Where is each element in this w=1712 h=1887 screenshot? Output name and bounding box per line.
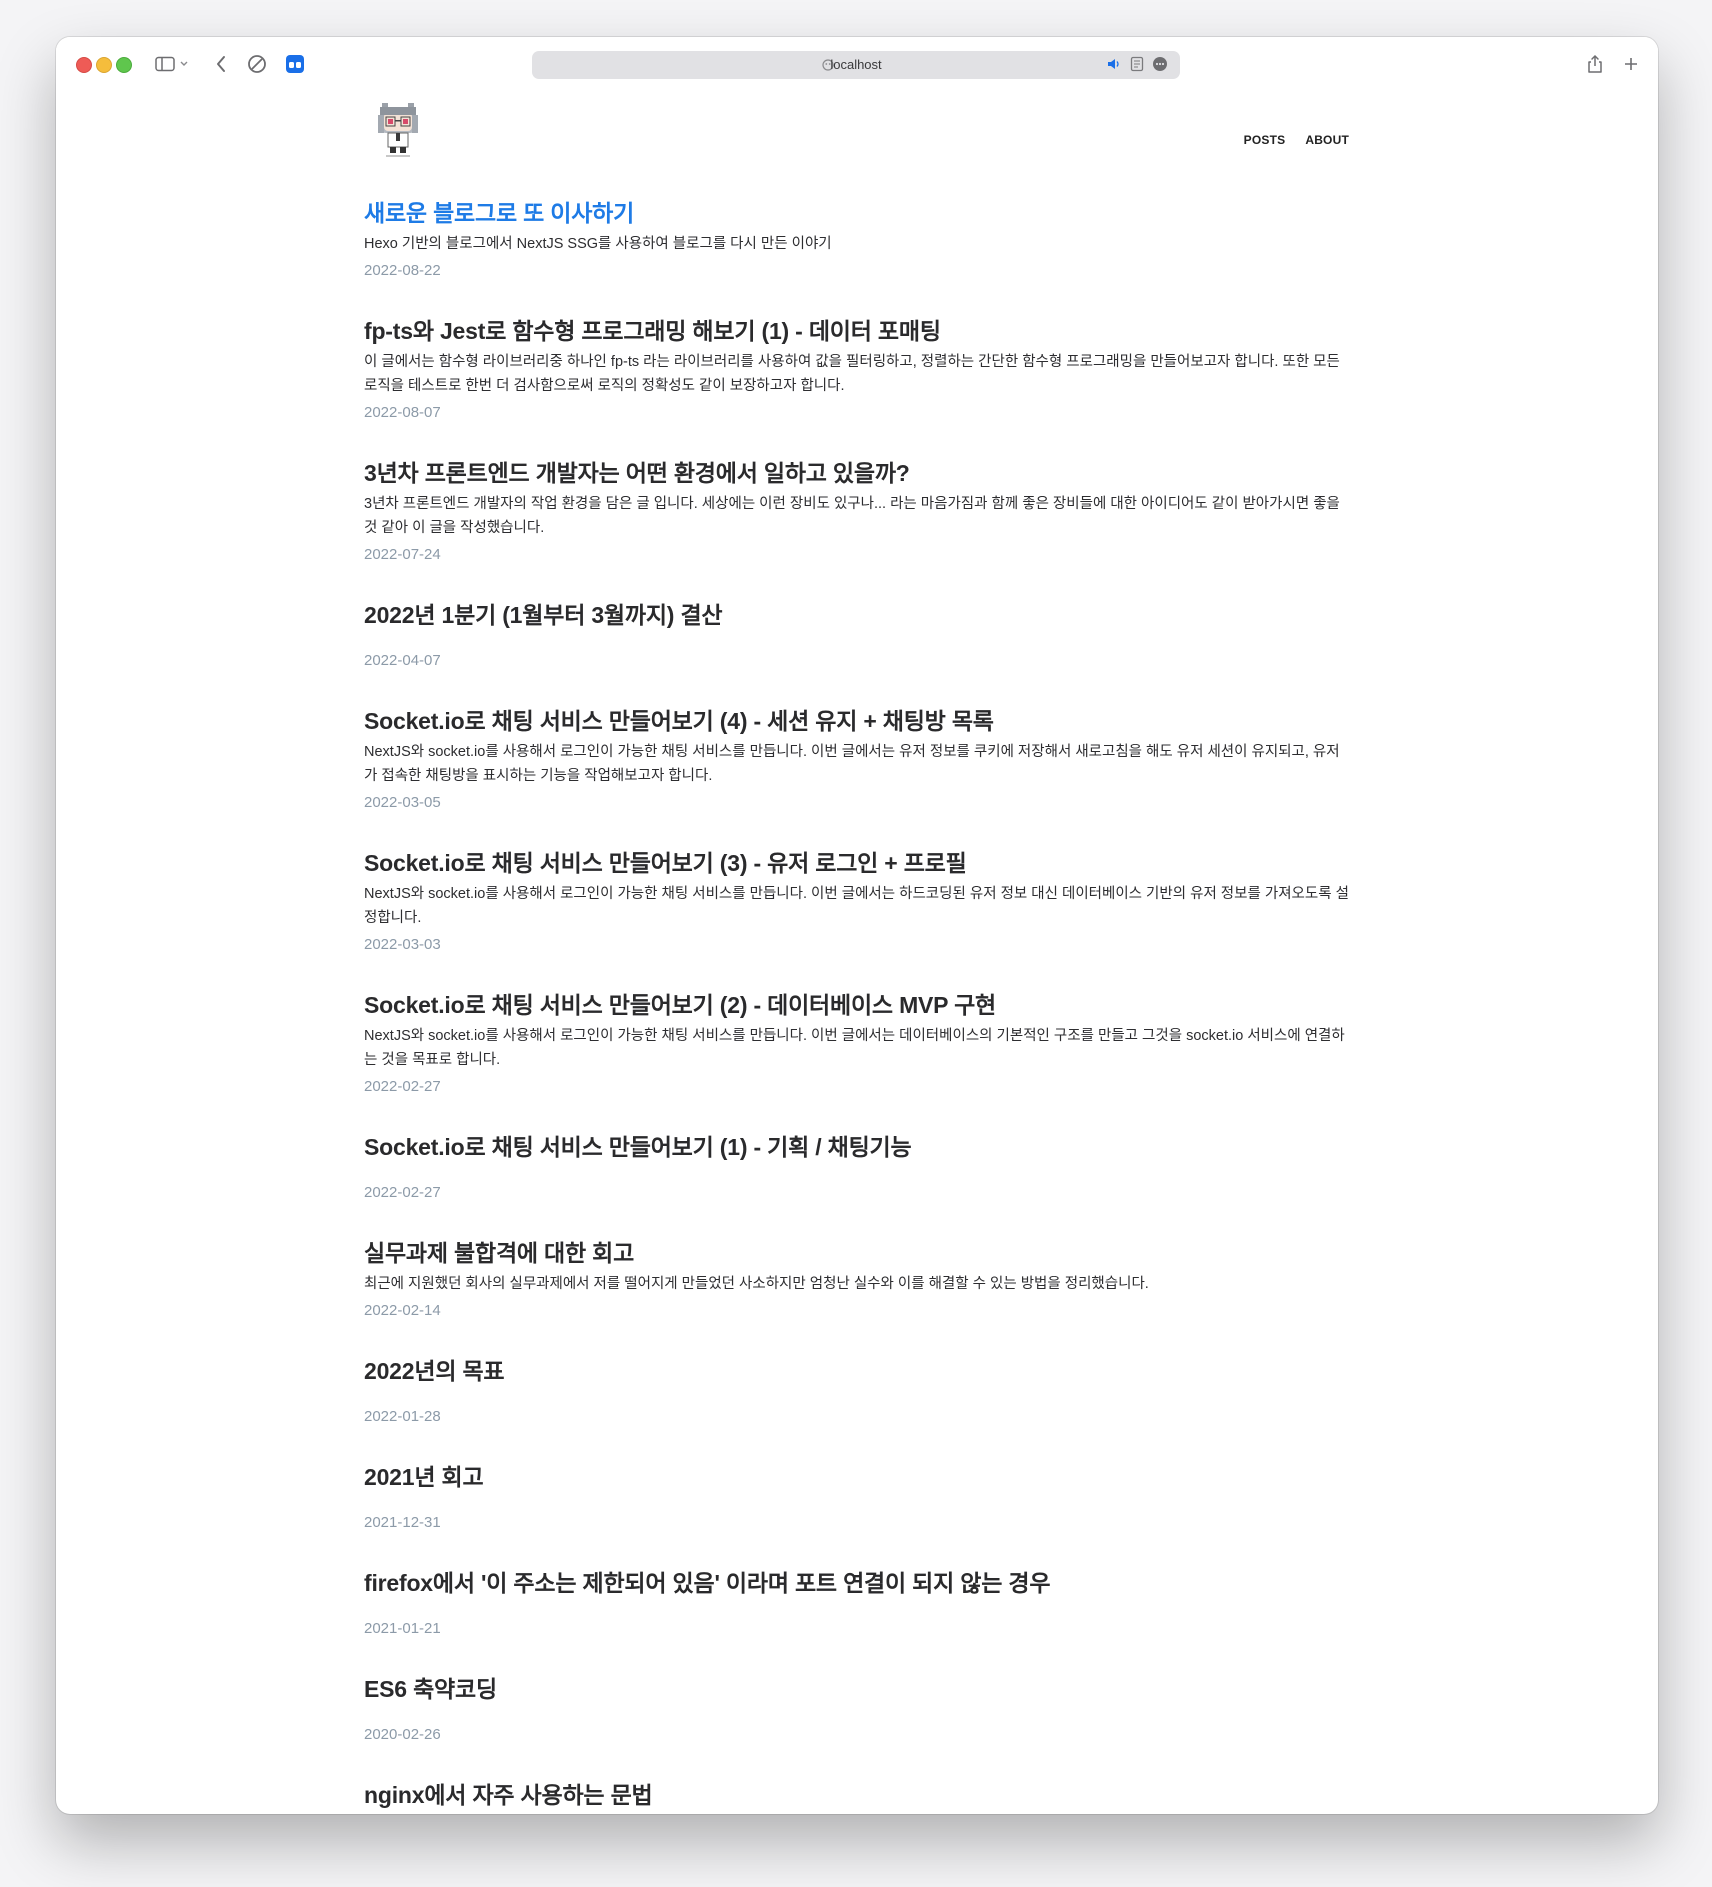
sidebar-toggle-button[interactable]	[152, 52, 192, 76]
extension-button[interactable]	[282, 52, 308, 76]
site-header: POSTS ABOUT	[364, 91, 1349, 196]
post-title-link[interactable]: 새로운 블로그로 또 이사하기	[364, 196, 1349, 230]
post-description: NextJS와 socket.io를 사용해서 로그인이 가능한 채팅 서비스를…	[364, 744, 1340, 784]
post-item: ES6 축약코딩 2020-02-26	[364, 1672, 1349, 1748]
post-title-link[interactable]: 2021년 회고	[364, 1460, 1349, 1494]
post-date: 2022-02-14	[364, 1302, 441, 1319]
post-date: 2022-03-05	[364, 794, 441, 811]
post-title-link[interactable]: Socket.io로 채팅 서비스 만들어보기 (3) - 유저 로그인 + 프…	[364, 846, 1349, 880]
post-description	[364, 1602, 1349, 1614]
post-date: 2022-01-28	[364, 1408, 441, 1425]
post-item: fp-ts와 Jest로 함수형 프로그래밍 해보기 (1) - 데이터 포매팅…	[364, 314, 1349, 426]
post-description	[364, 1496, 1349, 1508]
share-icon	[1588, 54, 1602, 73]
post-description	[364, 634, 1349, 646]
back-button[interactable]	[208, 52, 234, 76]
reader-button[interactable]	[1130, 56, 1144, 72]
post-title-link[interactable]: 실무과제 불합격에 대한 회고	[364, 1236, 1349, 1270]
post-date: 2021-01-21	[364, 1620, 441, 1637]
post-title-link[interactable]: firefox에서 '이 주소는 제한되어 있음' 이라며 포트 연결이 되지 …	[364, 1566, 1349, 1600]
post-description: NextJS와 socket.io를 사용해서 로그인이 가능한 채팅 서비스를…	[364, 886, 1349, 926]
minimize-window-button[interactable]	[96, 57, 112, 73]
post-description: NextJS와 socket.io를 사용해서 로그인이 가능한 채팅 서비스를…	[364, 1028, 1345, 1068]
post-item: 3년차 프론트엔드 개발자는 어떤 환경에서 일하고 있을까? 3년차 프론트엔드…	[364, 456, 1349, 568]
sidebar-icon	[155, 56, 188, 72]
post-item: Socket.io로 채팅 서비스 만들어보기 (4) - 세션 유지 + 채팅…	[364, 704, 1349, 816]
blog-page: POSTS ABOUT 새로운 블로그로 또 이사하기 Hexo 기반의 블로그에…	[364, 91, 1349, 1814]
ellipsis-circle-icon	[1153, 57, 1167, 71]
post-description: 최근에 지원했던 회사의 실무과제에서 저를 떨어지게 만들었던 사소하지만 엄…	[364, 1276, 1149, 1292]
zoom-window-button[interactable]	[116, 57, 132, 73]
block-content-button[interactable]	[244, 52, 270, 76]
nav-posts-link[interactable]: POSTS	[1244, 133, 1286, 147]
post-date: 2022-02-27	[364, 1078, 441, 1095]
post-list: 새로운 블로그로 또 이사하기 Hexo 기반의 블로그에서 NextJS SSG…	[364, 196, 1349, 1814]
post-date: 2022-02-27	[364, 1184, 441, 1201]
post-description	[364, 1708, 1349, 1720]
address-url: localhost	[830, 57, 882, 72]
post-item: 2022년 1분기 (1월부터 3월까지) 결산 2022-04-07	[364, 598, 1349, 674]
post-item: 2022년의 목표 2022-01-28	[364, 1354, 1349, 1430]
chevron-left-icon	[217, 56, 225, 72]
plus-icon	[1625, 58, 1637, 70]
post-description: Hexo 기반의 블로그에서 NextJS SSG를 사용하여 블로그를 다시 …	[364, 236, 832, 252]
post-title-link[interactable]: 2022년의 목표	[364, 1354, 1349, 1388]
post-description	[364, 1166, 1349, 1178]
speaker-icon	[1108, 59, 1119, 69]
post-item: 실무과제 불합격에 대한 회고최근에 지원했던 회사의 실무과제에서 저를 떨어…	[364, 1236, 1349, 1324]
post-item: firefox에서 '이 주소는 제한되어 있음' 이라며 포트 연결이 되지 …	[364, 1566, 1349, 1642]
post-title-link[interactable]: 2022년 1분기 (1월부터 3월까지) 결산	[364, 598, 1349, 632]
post-item: Socket.io로 채팅 서비스 만들어보기 (1) - 기획 / 채팅기능 2…	[364, 1130, 1349, 1206]
post-date: 2022-08-07	[364, 404, 441, 421]
blog-avatar-logo[interactable]	[372, 99, 424, 161]
post-date: 2022-08-22	[364, 262, 441, 279]
post-description: 3년차 프론트엔드 개발자의 작업 환경을 담은 글 입니다. 세상에는 이런 …	[364, 496, 1340, 536]
post-date: 2022-04-07	[364, 652, 441, 669]
post-date: 2022-03-03	[364, 936, 441, 953]
close-window-button[interactable]	[76, 57, 92, 73]
post-title-link[interactable]: nginx에서 자주 사용하는 문법	[364, 1778, 1349, 1812]
share-button[interactable]	[1582, 52, 1608, 76]
browser-window: localhost POSTS ABOUT 새로운 블로그로 또 이사하기 He…	[56, 37, 1658, 1814]
post-title-link[interactable]: Socket.io로 채팅 서비스 만들어보기 (2) - 데이터베이스 MVP…	[364, 988, 1349, 1022]
new-tab-button[interactable]	[1618, 52, 1644, 76]
main-nav: POSTS ABOUT	[1244, 133, 1349, 147]
extension-app-icon	[286, 55, 304, 73]
desktop-background: localhost POSTS ABOUT 새로운 블로그로 또 이사하기 He…	[0, 0, 1712, 1887]
prohibited-icon	[248, 55, 266, 73]
post-item: nginx에서 자주 사용하는 문법2020-02-26	[364, 1778, 1349, 1814]
post-title-link[interactable]: Socket.io로 채팅 서비스 만들어보기 (4) - 세션 유지 + 채팅…	[364, 704, 1349, 738]
post-item: Socket.io로 채팅 서비스 만들어보기 (2) - 데이터베이스 MVP…	[364, 988, 1349, 1100]
post-date: 2020-02-26	[364, 1726, 441, 1743]
browser-toolbar: localhost	[56, 37, 1658, 91]
address-bar[interactable]: localhost	[532, 51, 1180, 79]
post-title-link[interactable]: Socket.io로 채팅 서비스 만들어보기 (1) - 기획 / 채팅기능	[364, 1130, 1349, 1164]
post-title-link[interactable]: 3년차 프론트엔드 개발자는 어떤 환경에서 일하고 있을까?	[364, 456, 1349, 490]
post-date: 2022-07-24	[364, 546, 441, 563]
audio-indicator[interactable]	[1106, 56, 1122, 72]
post-title-link[interactable]: ES6 축약코딩	[364, 1672, 1349, 1706]
post-item: 새로운 블로그로 또 이사하기 Hexo 기반의 블로그에서 NextJS SSG…	[364, 196, 1349, 284]
post-description	[364, 1390, 1349, 1402]
post-description: 이 글에서는 함수형 라이브러리중 하나인 fp-ts 라는 라이브러리를 사용…	[364, 354, 1340, 394]
post-title-link[interactable]: fp-ts와 Jest로 함수형 프로그래밍 해보기 (1) - 데이터 포매팅	[364, 314, 1349, 348]
post-date: 2021-12-31	[364, 1514, 441, 1531]
post-item: Socket.io로 채팅 서비스 만들어보기 (3) - 유저 로그인 + 프…	[364, 846, 1349, 958]
nav-about-link[interactable]: ABOUT	[1305, 133, 1349, 147]
post-item: 2021년 회고 2021-12-31	[364, 1460, 1349, 1536]
more-options-button[interactable]	[1152, 56, 1168, 72]
reader-icon	[1130, 56, 1144, 72]
